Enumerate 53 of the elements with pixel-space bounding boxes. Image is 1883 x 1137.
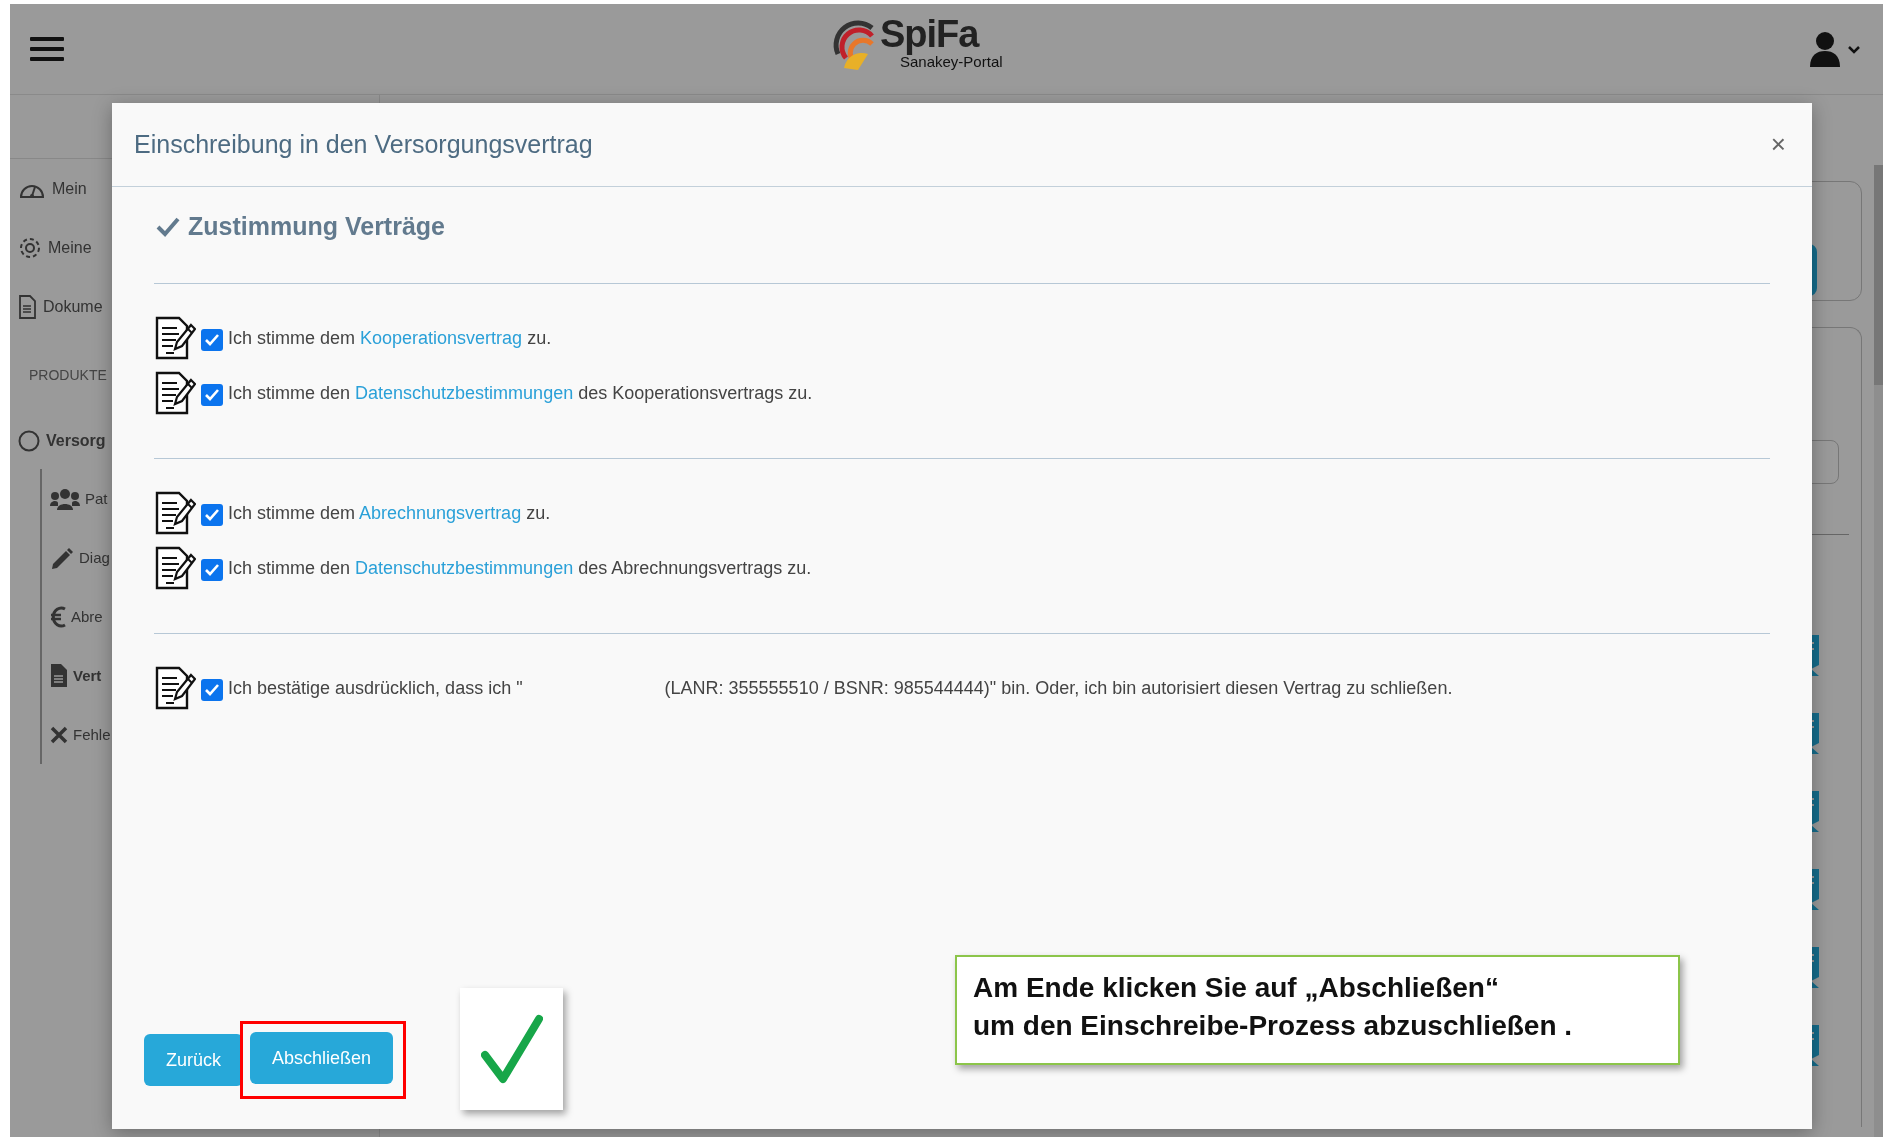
- checkbox[interactable]: [201, 679, 223, 701]
- logo-title: SpiFa: [880, 14, 981, 54]
- user-icon: [1809, 31, 1841, 67]
- checkmark-icon: [480, 1013, 543, 1085]
- consent-text: (LANR: 355555510 / BSNR: 985544444)" bin. Oder, ich bin autorisiert diesen Vertrag zu schließen.: [664, 677, 1453, 699]
- sidebar-item[interactable]: Vert: [50, 646, 102, 705]
- checkbox[interactable]: [201, 559, 223, 581]
- sidebar-item[interactable]: Dokume: [10, 277, 103, 336]
- circle-icon: [18, 429, 40, 452]
- consent-text: Ich stimme dem Kooperationsvertrag zu.: [228, 327, 552, 349]
- dialog-title: Einschreibung in den Versorgungsvertrag: [134, 130, 593, 159]
- action-button[interactable]: Abschließen: [250, 1032, 394, 1084]
- document-pen-icon: [154, 370, 196, 416]
- sidebar-item[interactable]: Fehle: [50, 705, 111, 764]
- document-icon: [18, 294, 37, 319]
- sidebar-item[interactable]: Pat: [50, 469, 108, 528]
- file-icon: [50, 663, 68, 688]
- sidebar-item[interactable]: Abre: [50, 587, 103, 646]
- sidebar-item[interactable]: Diag: [50, 528, 110, 587]
- sidebar-item[interactable]: Versorg: [10, 412, 106, 469]
- check-icon: [156, 215, 180, 237]
- consent-text: Ich bestätige ausdrücklich, dass ich ": [228, 677, 523, 699]
- callout-note: Am Ende klicken Sie auf „Abschließen“ um den Einschreibe-Prozess abzuschließen .: [955, 955, 1680, 1065]
- document-pen-icon: [154, 545, 196, 591]
- action-button[interactable]: Zurück: [144, 1034, 243, 1086]
- caret-icon: [1847, 43, 1861, 55]
- pencil-icon: [50, 545, 74, 570]
- close-icon: [50, 725, 68, 744]
- section-heading: Zustimmung Verträge: [188, 211, 445, 241]
- consent-text: Ich stimme den Datenschutzbestimmungen des Kooperationsvertrags zu.: [228, 382, 813, 404]
- checkbox[interactable]: [201, 504, 223, 526]
- close-button[interactable]: ×: [1766, 129, 1790, 160]
- document-link[interactable]: Datenschutzbestimmungen: [355, 382, 574, 403]
- logo-subtitle: Sanakey-Portal: [900, 54, 1003, 70]
- document-link[interactable]: Datenschutzbestimmungen: [355, 557, 574, 578]
- euro-icon: [50, 604, 66, 629]
- gear-icon: [18, 235, 42, 260]
- document-link[interactable]: Abrechnungsvertrag: [359, 502, 522, 523]
- document-pen-icon: [154, 665, 196, 711]
- users-icon: [50, 487, 80, 510]
- menu-icon[interactable]: [30, 34, 64, 64]
- sidebar-item[interactable]: Mein: [10, 159, 87, 218]
- consent-text: Ich stimme dem Abrechnungsvertrag zu.: [228, 502, 551, 524]
- sidebar-item[interactable]: Meine: [10, 218, 92, 277]
- scrollbar[interactable]: [1874, 165, 1883, 1137]
- checkbox[interactable]: [201, 329, 223, 351]
- checkbox[interactable]: [201, 384, 223, 406]
- consent-text: Ich stimme den Datenschutzbestimmungen des Abrechnungsvertrags zu.: [228, 557, 812, 579]
- section-label: PRODUKTE: [28, 366, 107, 385]
- document-pen-icon: [154, 490, 196, 536]
- document-link[interactable]: Kooperationsvertrag: [360, 327, 523, 348]
- user-menu-button[interactable]: [1809, 31, 1861, 67]
- document-pen-icon: [154, 315, 196, 361]
